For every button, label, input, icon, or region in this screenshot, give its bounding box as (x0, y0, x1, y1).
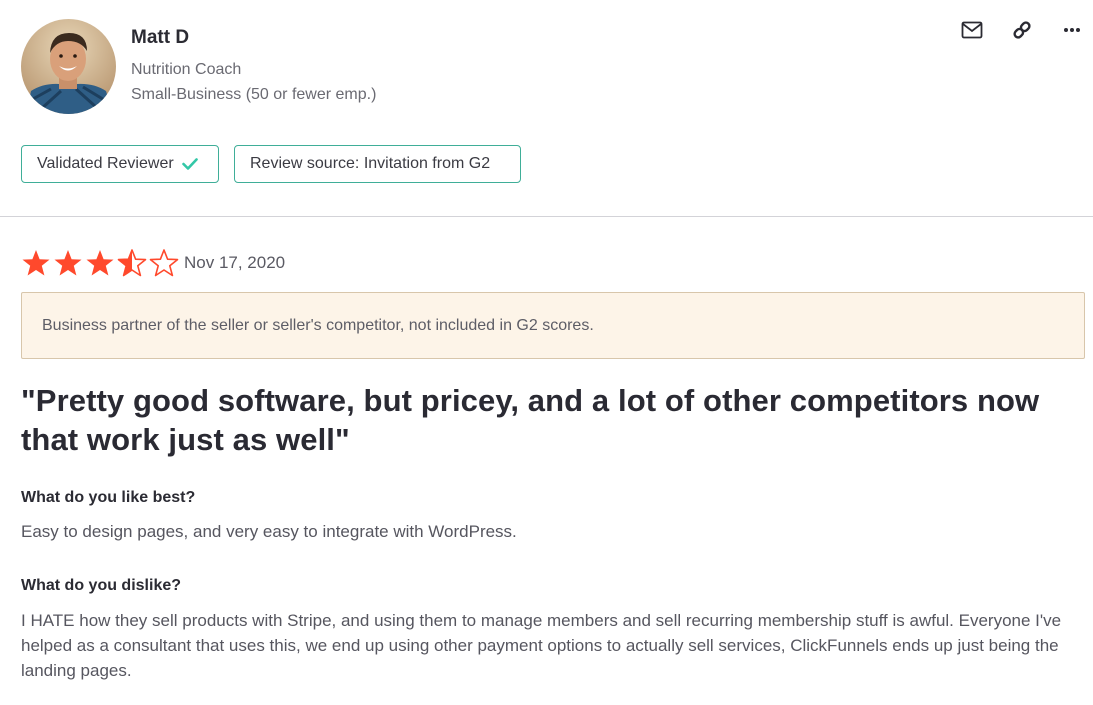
star-half-icon (117, 249, 147, 277)
avatar-image (21, 19, 116, 114)
review-actions (961, 19, 1083, 41)
star-full-icon (22, 250, 50, 276)
partner-notice: Business partner of the seller or seller… (21, 292, 1085, 359)
validated-reviewer-badge[interactable]: Validated Reviewer (21, 145, 219, 183)
reviewer-company-size: Small-Business (50 or fewer emp.) (131, 86, 377, 103)
question-label-like: What do you like best? (21, 489, 196, 506)
link-icon[interactable] (1011, 19, 1033, 41)
review-source-label: Review source: Invitation from G2 (250, 155, 491, 172)
review-date: Nov 17, 2020 (184, 253, 286, 272)
mail-icon[interactable] (961, 19, 983, 41)
reviewer-role: Nutrition Coach (131, 61, 242, 78)
star-full-icon (54, 250, 82, 276)
star-empty-icon (149, 249, 179, 277)
partner-notice-text: Business partner of the seller or seller… (42, 316, 594, 334)
review-headline[interactable]: "Pretty good software, but pricey, and a… (21, 381, 1081, 459)
star-full-icon (86, 250, 114, 276)
check-icon (181, 158, 198, 170)
avatar[interactable] (21, 19, 116, 114)
question-label-dislike: What do you dislike? (21, 577, 182, 594)
review-card: Matt D Nutrition Coach Small-Business (5… (0, 0, 1093, 705)
answer-dislike: I HATE how they sell products with Strip… (21, 611, 1062, 680)
divider (0, 216, 1093, 217)
more-icon[interactable] (1061, 19, 1083, 41)
reviewer-name[interactable]: Matt D (131, 27, 189, 49)
answer-like: Easy to design pages, and very easy to i… (21, 522, 517, 541)
star-rating (21, 249, 179, 277)
review-source-badge[interactable]: Review source: Invitation from G2 (234, 145, 521, 183)
validated-reviewer-label: Validated Reviewer (37, 155, 174, 172)
